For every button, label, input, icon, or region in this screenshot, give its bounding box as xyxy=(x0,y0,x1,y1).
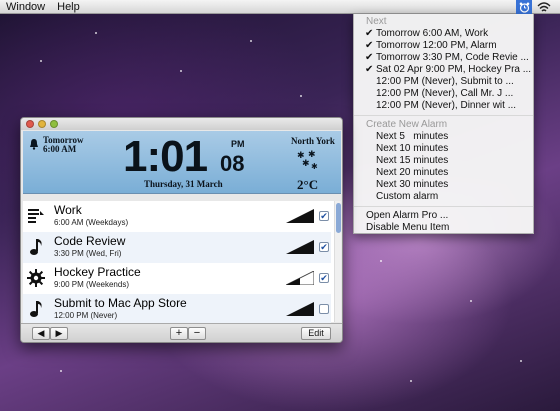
list-icon xyxy=(27,207,45,225)
star xyxy=(60,370,62,372)
checkmark-icon: ✔ xyxy=(365,64,374,75)
bell-icon xyxy=(29,138,39,153)
clock-seconds: 08 xyxy=(220,151,245,176)
volume-indicator[interactable] xyxy=(286,209,314,226)
weather-temperature: 2°C xyxy=(297,177,319,192)
star xyxy=(380,260,382,262)
menu-item-next-alarm[interactable]: 12:00 PM (Never), Dinner wit ... xyxy=(354,100,533,112)
alarm-pro-window: Tomorrow 6:00 AM 1:01 PM 08 Thursday, 31… xyxy=(20,117,343,343)
add-alarm-button[interactable]: + xyxy=(170,327,188,340)
menu-item-label: Tomorrow 3:30 PM, Code Revie ... xyxy=(376,52,529,63)
previous-button[interactable]: ◀ xyxy=(32,327,50,340)
menu-item-next-30-minutes[interactable]: Next 30 minutes xyxy=(354,179,533,191)
close-button[interactable] xyxy=(26,120,34,128)
alarm-list-scrollbar[interactable] xyxy=(334,201,341,322)
menu-item-next-15-minutes[interactable]: Next 15 minutes xyxy=(354,155,533,167)
alarm-enabled-checkbox[interactable]: ✔ xyxy=(319,211,329,221)
window-toolbar: ◀ ▶ + − Edit xyxy=(21,323,342,342)
menu-item-label: Tomorrow 12:00 PM, Alarm xyxy=(376,40,497,51)
star xyxy=(470,300,472,302)
alarm-schedule: 3:30 PM (Wed, Fri) xyxy=(54,249,122,258)
svg-text:✱: ✱ xyxy=(302,159,310,169)
alarm-enabled-checkbox[interactable]: ✔ xyxy=(319,273,329,283)
volume-indicator[interactable] xyxy=(286,240,314,257)
alarm-name: Work xyxy=(54,203,82,217)
alarm-row-hockey-practice[interactable]: Hockey Practice 9:00 PM (Weekends) ✔ xyxy=(23,263,331,294)
star xyxy=(300,95,302,97)
next-alarm-label: Tomorrow 6:00 AM xyxy=(43,136,84,154)
clock-panel: Tomorrow 6:00 AM 1:01 PM 08 Thursday, 31… xyxy=(23,131,341,194)
alarm-schedule: 9:00 PM (Weekends) xyxy=(54,280,129,289)
volume-indicator[interactable] xyxy=(285,270,315,288)
star xyxy=(410,380,412,382)
menu-item-next-alarm[interactable]: 12:00 PM (Never), Submit to ... xyxy=(354,76,533,88)
star xyxy=(95,32,97,34)
music-note-icon xyxy=(27,300,45,318)
minimize-button[interactable] xyxy=(38,120,46,128)
menu-item-label: Tomorrow 6:00 AM, Work xyxy=(376,28,489,39)
alarm-schedule: 6:00 AM (Weekdays) xyxy=(54,218,129,227)
menubar: Window Help xyxy=(0,0,560,14)
weather-city: North York xyxy=(291,136,335,146)
checkmark-icon: ✔ xyxy=(365,40,374,51)
snow-icon: ✱ ✱ ✱ ✱ xyxy=(295,149,321,176)
menu-item-next-alarm[interactable]: 12:00 PM (Never), Call Mr. J ... xyxy=(354,88,533,100)
svg-text:✱: ✱ xyxy=(311,162,318,171)
star xyxy=(520,360,522,362)
clock-time: 1:01 xyxy=(123,132,208,181)
alarm-name: Submit to Mac App Store xyxy=(54,296,187,310)
star xyxy=(250,40,252,42)
menu-separator xyxy=(354,206,533,207)
alarm-row-submit-to-mac-app-store[interactable]: Submit to Mac App Store 12:00 PM (Never) xyxy=(23,294,331,325)
menu-item-next-alarm[interactable]: ✔ Tomorrow 12:00 PM, Alarm xyxy=(354,40,533,52)
menu-separator xyxy=(354,115,533,116)
menu-item-next-alarm[interactable]: ✔ Tomorrow 6:00 AM, Work xyxy=(354,28,533,40)
alarm-list: Work 6:00 AM (Weekdays) ✔ Code Review 3:… xyxy=(23,201,341,325)
menu-item-open-alarm-pro[interactable]: Open Alarm Pro ... xyxy=(354,210,533,222)
alarm-clock-icon[interactable] xyxy=(516,0,532,14)
next-alarm-time: 6:00 AM xyxy=(43,144,77,154)
window-titlebar[interactable] xyxy=(21,118,342,130)
alarm-enabled-checkbox[interactable]: ✔ xyxy=(319,242,329,252)
menu-item-next-10-minutes[interactable]: Next 10 minutes xyxy=(354,143,533,155)
menu-item-next-20-minutes[interactable]: Next 20 minutes xyxy=(354,167,533,179)
clock-date: Thursday, 31 March xyxy=(144,179,223,189)
clock-ampm: PM xyxy=(231,139,245,149)
next-button[interactable]: ▶ xyxy=(50,327,68,340)
menu-item-next-alarm[interactable]: ✔ Sat 02 Apr 9:00 PM, Hockey Pra ... xyxy=(354,64,533,76)
menu-item-label: Sat 02 Apr 9:00 PM, Hockey Pra ... xyxy=(376,64,532,75)
menu-item-disable-menu-item[interactable]: Disable Menu Item xyxy=(354,222,533,234)
remove-alarm-button[interactable]: − xyxy=(188,327,206,340)
checkmark-icon: ✔ xyxy=(365,28,374,39)
checkmark-icon: ✔ xyxy=(365,52,374,63)
edit-button[interactable]: Edit xyxy=(301,327,331,340)
music-note-icon xyxy=(27,238,45,256)
alarm-name: Hockey Practice xyxy=(54,265,141,279)
alarm-enabled-checkbox[interactable] xyxy=(319,304,329,314)
star xyxy=(40,60,42,62)
menu-header-create: Create New Alarm xyxy=(366,119,448,130)
menu-help[interactable]: Help xyxy=(51,1,86,13)
menu-header-next: Next xyxy=(366,16,387,27)
gear-icon xyxy=(27,269,45,287)
menu-item-next-alarm[interactable]: ✔ Tomorrow 3:30 PM, Code Revie ... xyxy=(354,52,533,64)
zoom-button[interactable] xyxy=(50,120,58,128)
alarm-name: Code Review xyxy=(54,234,126,248)
scrollbar-thumb[interactable] xyxy=(336,203,341,233)
star xyxy=(180,70,182,72)
menu-window[interactable]: Window xyxy=(0,1,51,13)
wifi-icon[interactable] xyxy=(537,1,551,13)
alarm-schedule: 12:00 PM (Never) xyxy=(54,311,118,320)
alarm-row-code-review[interactable]: Code Review 3:30 PM (Wed, Fri) ✔ xyxy=(23,232,331,263)
alarm-status-menu: Next ✔ Tomorrow 6:00 AM, Work ✔ Tomorrow 1… xyxy=(353,14,534,234)
menu-item-next-5-minutes[interactable]: Next 5 minutes xyxy=(354,131,533,143)
volume-indicator[interactable] xyxy=(286,302,314,319)
menu-item-custom-alarm[interactable]: Custom alarm xyxy=(354,191,533,203)
alarm-row-work[interactable]: Work 6:00 AM (Weekdays) ✔ xyxy=(23,201,331,232)
